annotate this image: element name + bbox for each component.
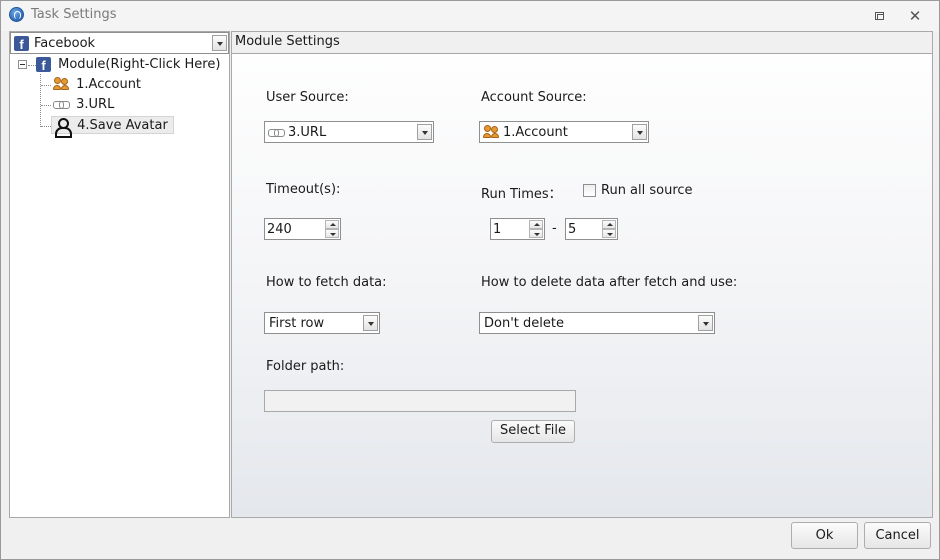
- folder-path-label: Folder path:: [266, 359, 345, 374]
- delete-data-select[interactable]: Don't delete: [479, 312, 715, 334]
- link-icon: [268, 129, 285, 137]
- title-bar: Task Settings ✕: [1, 1, 939, 31]
- spinner-buttons[interactable]: [325, 220, 339, 238]
- user-source-select[interactable]: 3.URL: [264, 121, 434, 143]
- run-times-dash: -: [552, 221, 557, 236]
- ok-button[interactable]: Ok: [791, 522, 858, 549]
- site-select-value: Facebook: [34, 36, 96, 51]
- run-times-from-value: 1: [493, 222, 502, 237]
- module-settings-title: Module Settings: [235, 34, 340, 49]
- run-times-label: Run Times：: [481, 187, 562, 202]
- account-source-value: 1.Account: [503, 125, 568, 140]
- delete-data-label: How to delete data after fetch and use:: [481, 275, 738, 290]
- run-times-to-spinner[interactable]: 5: [565, 218, 618, 240]
- app-icon: [9, 7, 24, 22]
- user-source-value: 3.URL: [288, 125, 327, 140]
- module-tree-panel: f Facebook f Module(Right-Click Here) 1.…: [9, 31, 230, 518]
- chevron-down-icon[interactable]: [417, 124, 432, 140]
- tree-item-url[interactable]: 3.URL: [53, 96, 114, 114]
- tree-item-label: 4.Save Avatar: [77, 118, 168, 133]
- cancel-button[interactable]: Cancel: [864, 522, 931, 549]
- tree-item-save-avatar[interactable]: 4.Save Avatar: [51, 116, 174, 138]
- chevron-up-icon[interactable]: [602, 220, 616, 229]
- users-icon: [483, 125, 500, 140]
- run-all-source-checkbox[interactable]: [583, 184, 596, 197]
- close-button[interactable]: ✕: [907, 8, 923, 24]
- site-select[interactable]: f Facebook: [10, 32, 229, 54]
- facebook-icon: f: [36, 57, 51, 73]
- timeout-label: Timeout(s):: [266, 182, 341, 197]
- chevron-down-icon[interactable]: [529, 229, 543, 238]
- user-icon: [54, 117, 72, 138]
- run-times-from-spinner[interactable]: 1: [490, 218, 545, 240]
- restore-icon: [875, 12, 884, 20]
- window-title: Task Settings: [31, 7, 117, 22]
- restore-button[interactable]: [871, 8, 887, 24]
- account-source-label: Account Source:: [481, 90, 587, 105]
- tree-line: [41, 105, 51, 106]
- module-settings-panel: Module Settings User Source: 3.URL Accou…: [231, 31, 933, 518]
- fetch-data-value: First row: [269, 316, 325, 331]
- chevron-up-icon[interactable]: [325, 220, 339, 229]
- chevron-down-icon[interactable]: [363, 315, 378, 331]
- tree-collapse-toggle[interactable]: [18, 60, 27, 69]
- chevron-up-icon[interactable]: [529, 220, 543, 229]
- run-times-to-value: 5: [568, 222, 577, 237]
- chevron-down-icon[interactable]: [325, 229, 339, 238]
- delete-data-value: Don't delete: [484, 316, 564, 331]
- link-icon: [53, 101, 70, 109]
- users-icon: [53, 77, 70, 92]
- module-settings-header: Module Settings: [232, 32, 932, 54]
- tree-line: [41, 85, 51, 86]
- tree-line: [40, 74, 41, 127]
- tree-root-label: Module(Right-Click Here): [58, 57, 221, 72]
- timeout-spinner[interactable]: 240: [264, 218, 341, 240]
- user-source-label: User Source:: [266, 90, 349, 105]
- folder-path-field[interactable]: [264, 390, 576, 412]
- tree-item-label: 3.URL: [76, 97, 115, 112]
- tree-root-module[interactable]: f Module(Right-Click Here): [36, 56, 220, 74]
- close-icon: ✕: [908, 7, 922, 25]
- timeout-value: 240: [267, 222, 292, 237]
- account-source-select[interactable]: 1.Account: [479, 121, 649, 143]
- run-all-source-label: Run all source: [601, 183, 693, 198]
- spinner-buttons[interactable]: [602, 220, 616, 238]
- fetch-data-select[interactable]: First row: [264, 312, 380, 334]
- tree-line: [41, 126, 51, 127]
- tree-item-account[interactable]: 1.Account: [53, 76, 141, 94]
- tree-line: [28, 65, 36, 66]
- fetch-data-label: How to fetch data:: [266, 275, 387, 290]
- spinner-buttons[interactable]: [529, 220, 543, 238]
- select-file-button[interactable]: Select File: [491, 420, 575, 443]
- chevron-down-icon[interactable]: [632, 124, 647, 140]
- chevron-down-icon[interactable]: [698, 315, 713, 331]
- task-settings-window: Task Settings ✕ f Facebook f Module(Righ…: [0, 0, 940, 560]
- chevron-down-icon[interactable]: [212, 35, 227, 51]
- tree-item-label: 1.Account: [76, 77, 142, 92]
- facebook-icon: f: [14, 36, 29, 52]
- chevron-down-icon[interactable]: [602, 229, 616, 238]
